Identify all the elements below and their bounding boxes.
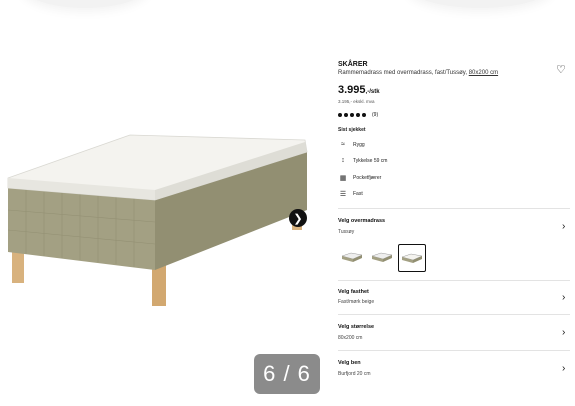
price-unit: ,-/stk (365, 89, 380, 95)
divider (338, 280, 570, 281)
image-counter: 6 / 6 (254, 354, 320, 394)
chevron-right-icon[interactable]: › (562, 292, 565, 303)
back-support-icon: ≈ (341, 141, 345, 148)
select-legs-label[interactable]: Velg ben (338, 360, 361, 366)
price-value: 3.995 (338, 84, 366, 96)
next-image-button[interactable]: ❯ (289, 209, 307, 227)
top-decor-right (405, 0, 555, 8)
product-name: SKÅRER (338, 61, 368, 68)
chevron-right-icon[interactable]: › (562, 221, 565, 232)
feature-label: Pocketfjærer (353, 175, 382, 181)
feature-pocket-springs: ▦ Pocketfjærer (338, 174, 382, 182)
feature-label: Fast (353, 191, 363, 197)
select-size-value: 80x200 cm (338, 335, 363, 341)
topper-option-1[interactable] (339, 244, 365, 270)
feature-label: Tykkelse 59 cm (353, 157, 388, 164)
top-decor-left (20, 0, 150, 8)
feature-thickness: ↕ Tykkelse 59 cm (338, 157, 387, 164)
bed-base-front (8, 188, 155, 270)
chevron-right-icon: ❯ (293, 212, 303, 225)
star-icon (338, 113, 342, 117)
product-description: Rammemadrass med overmadrass, fast/Tussø… (338, 70, 498, 76)
select-legs-value: Burfjord 20 cm (338, 371, 371, 377)
star-icon (350, 113, 354, 117)
features-label: Sist sjekket (338, 127, 366, 133)
select-topper-label[interactable]: Velg overmadrass (338, 218, 385, 224)
product-image (0, 60, 318, 360)
favorite-heart-icon[interactable]: ♡ (556, 63, 566, 76)
size-link[interactable]: 80x200 cm (469, 70, 498, 76)
select-firmness-label[interactable]: Velg fasthet (338, 289, 369, 295)
firmness-icon: ☰ (339, 191, 347, 198)
topper-thumbnail (401, 253, 423, 263)
topper-thumbnail (371, 252, 393, 262)
thickness-icon: ↕ (341, 157, 345, 164)
select-topper-value: Tussøy (338, 229, 355, 235)
star-icon (344, 113, 348, 117)
feature-firmness: ☰ Fast (338, 190, 363, 198)
feature-label: Rygg (353, 141, 365, 148)
star-icon (356, 113, 360, 117)
feature-back: ≈ Rygg (338, 141, 365, 148)
chevron-right-icon[interactable]: › (562, 327, 565, 338)
select-firmness-value: Fast/mørk beige (338, 299, 375, 305)
bed-illustration (7, 134, 308, 306)
rating-count: (9) (372, 112, 379, 118)
divider (338, 350, 570, 351)
description-text: Rammemadrass med overmadrass, fast/Tussø… (338, 70, 468, 76)
topper-thumbnail (341, 252, 363, 262)
star-icon (362, 113, 366, 117)
divider (338, 314, 570, 315)
topper-option-2[interactable] (369, 244, 395, 270)
chevron-right-icon[interactable]: › (562, 363, 565, 374)
price-excl-vat: 3.195,- ekskl. mva (338, 99, 375, 104)
rating[interactable]: (9) (338, 112, 378, 118)
pocket-spring-icon: ▦ (339, 175, 347, 182)
topper-option-3-selected[interactable] (398, 244, 426, 272)
divider (338, 208, 570, 209)
select-size-label[interactable]: Velg størrelse (338, 324, 374, 330)
price: 3.995,-/stk (338, 84, 380, 96)
